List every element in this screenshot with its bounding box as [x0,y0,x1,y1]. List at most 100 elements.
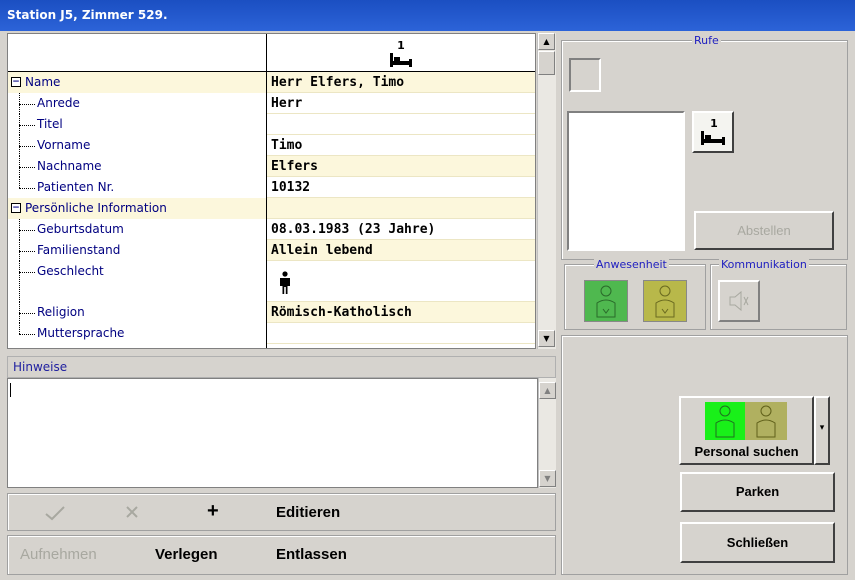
search-staff-label: Personal suchen [694,444,799,459]
row-label: Nachname [37,159,102,173]
tree-connector [19,313,35,314]
row-label-cell: Familienstand [8,240,266,261]
staff-green-indicator [705,402,745,440]
row-label-cell: Religion [8,302,266,323]
staff-olive-indicator [745,402,787,440]
nurse-icon [596,285,616,318]
bed-call-button[interactable]: 1 [692,111,734,153]
table-row[interactable]: Geburtsdatum 08.03.1983 (23 Jahre) [8,219,535,240]
row-value-cell[interactable]: Römisch-Katholisch [267,302,535,323]
table-row[interactable]: Religion Römisch-Katholisch [8,302,535,323]
scroll-down-button[interactable]: ▼ [538,330,555,347]
call-indicator-box[interactable] [569,58,601,92]
table-row[interactable]: Familienstand Allein lebend [8,240,535,261]
notes-header: Hinweise [7,356,556,378]
nurse-icon [655,285,675,318]
search-staff-button[interactable]: Personal suchen [679,396,814,465]
tree-connector [19,251,35,252]
stop-call-button[interactable]: Abstellen [694,211,834,250]
table-row[interactable]: Muttersprache [8,323,535,344]
row-label: Vorname [37,138,91,152]
tree-connector [19,146,35,147]
call-list[interactable] [567,111,685,251]
row-label-cell: Anrede [8,93,266,114]
table-row[interactable]: Patienten Nr. 10132 [8,177,535,198]
tree-connector [19,272,35,273]
row-value-cell[interactable]: Allein lebend [267,240,535,261]
table-row[interactable]: Titel [8,114,535,135]
row-label-cell: Titel [8,114,266,135]
table-row[interactable]: − Name Herr Elfers, Timo [8,72,535,93]
add-button[interactable]: + [207,500,219,522]
row-label: Geburtsdatum [37,222,124,236]
bed-icon: 1 [701,117,725,145]
calls-title: Rufe [692,34,721,47]
park-button[interactable]: Parken [680,472,835,512]
row-value-cell[interactable]: 10132 [267,177,535,198]
table-row[interactable]: − Persönliche Information [8,198,535,219]
row-value-cell[interactable]: Timo [267,135,535,156]
tree-line [19,219,20,240]
speaker-button[interactable] [718,280,760,322]
presence-title: Anwesenheit [594,258,669,271]
notes-scroll-up-button[interactable]: ▲ [539,382,556,399]
table-row[interactable]: Anrede Herr [8,93,535,114]
row-value-cell[interactable] [267,261,535,302]
notes-scrollbar[interactable]: ▲ ▼ [538,378,556,488]
row-label-cell: Geburtsdatum [8,219,266,240]
close-button[interactable]: Schließen [680,522,835,563]
row-label-cell: Geschlecht [8,261,266,302]
tree-line [19,114,20,135]
tree-connector [19,167,35,168]
bed-header-icon: 1 [387,37,415,69]
patient-data-grid[interactable]: 1 − Name Herr Elfers, Timo Anrede Herr Titel V… [7,33,536,349]
row-value-cell[interactable] [267,114,535,135]
row-label: Muttersprache [37,326,125,340]
tree-line [19,93,20,114]
row-label: Familienstand [37,243,121,257]
nurse-icon [715,405,735,438]
cross-icon[interactable] [124,504,140,520]
tree-line [19,135,20,156]
row-value-cell[interactable]: Elfers [267,156,535,177]
row-value-cell[interactable]: 08.03.1983 (23 Jahre) [267,219,535,240]
search-staff-dropdown[interactable]: ▾ [814,396,830,465]
row-label-cell: Patienten Nr. [8,177,266,198]
check-icon[interactable] [44,505,66,521]
row-value-cell[interactable] [267,198,535,219]
tree-connector [19,334,35,335]
grid-scrollbar[interactable]: ▲ ▼ [537,33,556,349]
text-cursor [10,383,11,397]
table-row[interactable]: Geschlecht [8,261,535,302]
table-row[interactable]: Vorname Timo [8,135,535,156]
row-value-cell[interactable] [267,323,535,344]
scroll-thumb[interactable] [538,51,555,75]
presence-nurse-olive-button[interactable] [643,280,687,322]
move-button[interactable]: Verlegen [155,546,218,563]
tree-connector [19,230,35,231]
edit-button[interactable]: Editieren [276,504,340,521]
row-value-cell[interactable]: Herr Elfers, Timo [267,72,535,93]
presence-nurse-green-button[interactable] [584,280,628,322]
tree-connector [19,188,35,189]
collapse-icon[interactable]: − [11,203,21,213]
tree-connector [19,104,35,105]
discharge-button[interactable]: Entlassen [276,546,347,563]
tree-line [19,302,20,323]
notes-scroll-down-button[interactable]: ▼ [539,470,556,487]
scroll-up-button[interactable]: ▲ [538,33,555,50]
tree-line [19,177,20,188]
window-title: Station J5, Zimmer 529. [7,8,168,22]
row-value-cell[interactable]: Herr [267,93,535,114]
row-label-cell: − Name [8,72,266,93]
row-label: Religion [37,305,85,319]
tree-line [19,323,20,334]
notes-textarea[interactable] [7,378,538,488]
title-bar: Station J5, Zimmer 529. [0,0,855,31]
collapse-icon[interactable]: − [11,77,21,87]
row-label: Patienten Nr. [37,180,115,194]
nurse-icon [756,405,776,438]
admit-button[interactable]: Aufnehmen [20,546,97,563]
tree-line [19,261,20,302]
table-row[interactable]: Nachname Elfers [8,156,535,177]
